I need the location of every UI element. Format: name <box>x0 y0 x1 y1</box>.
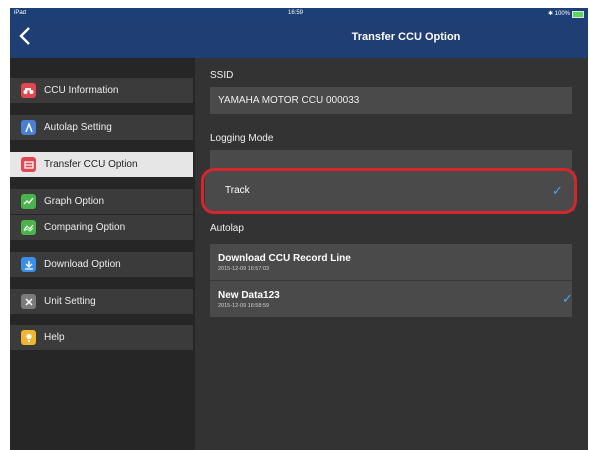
record-name: New Data123 <box>218 290 280 301</box>
checkmark-icon: ✓ <box>562 291 573 306</box>
status-bar: iPad 16:59 ✱ 100% <box>10 8 588 20</box>
sidebar-item-unit-setting[interactable]: Unit Setting <box>10 289 193 314</box>
graph-icon <box>21 194 36 209</box>
app-screen: iPad 16:59 ✱ 100% Transfer CCU Option CC… <box>10 8 588 450</box>
autolap-icon <box>21 120 36 135</box>
sidebar: CCU Information Autolap Setting Transfer… <box>10 58 195 450</box>
sidebar-item-label: Autolap Setting <box>44 122 112 133</box>
logging-mode-option-hidden[interactable] <box>210 150 572 170</box>
battery-text: ✱ 100% <box>547 11 570 17</box>
sidebar-item-label: Comparing Option <box>44 222 126 233</box>
device-label: iPad <box>14 10 27 16</box>
sidebar-item-label: Help <box>44 332 65 343</box>
page-title: Transfer CCU Option <box>351 31 461 43</box>
sidebar-item-ccu-information[interactable]: CCU Information <box>10 78 193 103</box>
main-panel: SSID YAMAHA MOTOR CCU 000033 Logging Mod… <box>195 58 588 450</box>
sidebar-item-label: Unit Setting <box>44 296 96 307</box>
record-name: Download CCU Record Line <box>218 253 351 264</box>
sidebar-item-label: Graph Option <box>44 196 105 207</box>
sidebar-item-transfer-ccu-option[interactable]: Transfer CCU Option <box>10 152 193 177</box>
sidebar-item-label: CCU Information <box>44 85 119 96</box>
status-time: 16:59 <box>288 10 304 16</box>
sidebar-item-comparing-option[interactable]: Comparing Option <box>10 215 193 240</box>
download-icon <box>21 257 36 272</box>
record-date: 2015-12-09 16:58:59 <box>218 303 270 309</box>
sidebar-item-label: Download Option <box>44 259 121 270</box>
record-date: 2015-12-09 16:57:03 <box>218 266 270 272</box>
ssid-field[interactable]: YAMAHA MOTOR CCU 000033 <box>210 87 572 114</box>
sidebar-item-autolap-setting[interactable]: Autolap Setting <box>10 115 193 140</box>
nav-bar: Transfer CCU Option <box>10 20 588 58</box>
list-item-record-1[interactable]: Download CCU Record Line 2015-12-09 16:5… <box>210 244 572 280</box>
selection-highlight <box>201 168 577 214</box>
list-item-record-2[interactable]: New Data123 2015-12-09 16:58:59 ✓ <box>210 281 573 317</box>
sidebar-item-graph-option[interactable]: Graph Option <box>10 189 193 214</box>
autolap-label: Autolap <box>210 223 244 234</box>
sidebar-item-download-option[interactable]: Download Option <box>10 252 193 277</box>
ssid-label: SSID <box>210 70 234 81</box>
help-icon <box>21 330 36 345</box>
battery-icon <box>572 11 584 18</box>
unit-icon <box>21 294 36 309</box>
sidebar-item-label: Transfer CCU Option <box>44 159 138 170</box>
transfer-icon <box>21 157 36 172</box>
sidebar-item-help[interactable]: Help <box>10 325 193 350</box>
chevron-left-icon[interactable] <box>18 25 40 51</box>
logging-mode-label: Logging Mode <box>210 133 274 144</box>
motorcycle-icon <box>21 83 36 98</box>
compare-icon <box>21 220 36 235</box>
